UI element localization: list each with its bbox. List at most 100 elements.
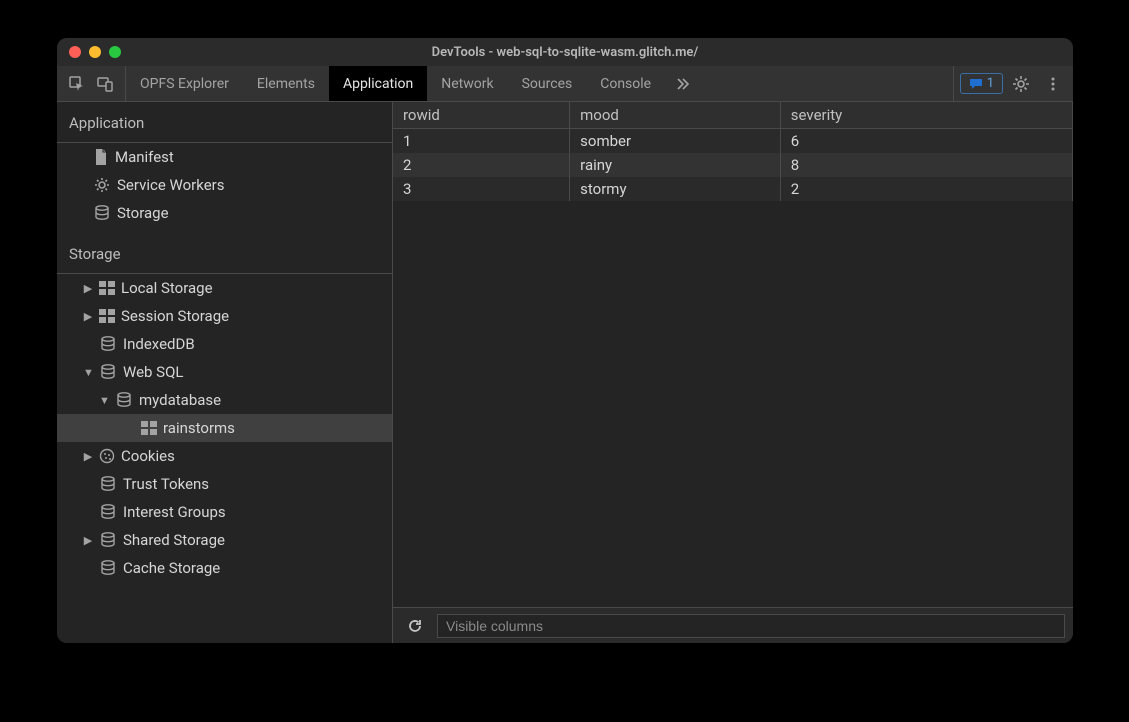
database-icon bbox=[115, 391, 133, 409]
more-menu-button[interactable] bbox=[1039, 70, 1067, 98]
chevron-down-icon: ▼ bbox=[83, 366, 93, 379]
sidebar-item-interest-groups[interactable]: Interest Groups bbox=[57, 498, 392, 526]
sidebar-item-label: Cache Storage bbox=[123, 559, 220, 577]
tab-network[interactable]: Network bbox=[427, 66, 507, 101]
table-row[interactable]: 2 rainy 8 bbox=[393, 153, 1073, 177]
refresh-button[interactable] bbox=[401, 612, 429, 640]
minimize-window-button[interactable] bbox=[89, 46, 101, 58]
table-row[interactable]: 3 stormy 2 bbox=[393, 177, 1073, 201]
sidebar-item-storage[interactable]: Storage bbox=[57, 199, 392, 227]
chevron-right-icon: ▶ bbox=[83, 450, 93, 463]
sidebar-item-service-workers[interactable]: Service Workers bbox=[57, 171, 392, 199]
settings-button[interactable] bbox=[1007, 70, 1035, 98]
sidebar-item-session-storage[interactable]: ▶ Session Storage bbox=[57, 302, 392, 330]
grid-icon bbox=[99, 281, 115, 295]
sidebar-item-indexeddb[interactable]: IndexedDB bbox=[57, 330, 392, 358]
titlebar: DevTools - web-sql-to-sqlite-wasm.glitch… bbox=[57, 38, 1073, 66]
cell-mood: rainy bbox=[570, 153, 781, 177]
cell-rowid: 3 bbox=[393, 177, 570, 201]
tab-application[interactable]: Application bbox=[329, 66, 427, 101]
sidebar-item-rainstorms[interactable]: rainstorms bbox=[57, 414, 392, 442]
section-header-storage: Storage bbox=[57, 233, 392, 274]
window-title: DevTools - web-sql-to-sqlite-wasm.glitch… bbox=[57, 45, 1073, 60]
cell-rowid: 2 bbox=[393, 153, 570, 177]
sidebar-item-label: Shared Storage bbox=[123, 531, 225, 549]
refresh-icon bbox=[407, 618, 423, 634]
devtools-toolbar: OPFS Explorer Elements Application Netwo… bbox=[57, 66, 1073, 102]
table-view: rowid mood severity 1 somber 6 2 bbox=[393, 102, 1073, 643]
sidebar-item-label: Storage bbox=[117, 204, 169, 222]
cell-severity: 8 bbox=[780, 153, 1072, 177]
sidebar-item-mydatabase[interactable]: ▼ mydatabase bbox=[57, 386, 392, 414]
database-icon bbox=[99, 475, 117, 493]
tab-console[interactable]: Console bbox=[586, 66, 665, 101]
sidebar-item-label: rainstorms bbox=[163, 419, 235, 437]
sidebar-item-label: Trust Tokens bbox=[123, 475, 209, 493]
sidebar-item-label: Service Workers bbox=[117, 176, 224, 194]
grid-icon bbox=[141, 421, 157, 435]
column-header-rowid[interactable]: rowid bbox=[393, 102, 570, 129]
sidebar-item-local-storage[interactable]: ▶ Local Storage bbox=[57, 274, 392, 302]
database-icon bbox=[99, 363, 117, 381]
chevron-right-icon: ▶ bbox=[83, 282, 93, 295]
inspect-element-button[interactable] bbox=[63, 70, 91, 98]
kebab-icon bbox=[1044, 75, 1062, 93]
cell-severity: 6 bbox=[780, 129, 1072, 154]
column-header-severity[interactable]: severity bbox=[780, 102, 1072, 129]
sidebar-item-label: Local Storage bbox=[121, 279, 213, 297]
data-table: rowid mood severity 1 somber 6 2 bbox=[393, 102, 1073, 201]
inspect-cursor-icon bbox=[68, 75, 86, 93]
device-toggle-button[interactable] bbox=[91, 70, 119, 98]
document-icon bbox=[93, 148, 109, 166]
traffic-lights bbox=[57, 46, 121, 58]
more-tabs-button[interactable] bbox=[665, 66, 701, 101]
sidebar-item-cookies[interactable]: ▶ Cookies bbox=[57, 442, 392, 470]
sidebar-item-label: mydatabase bbox=[139, 391, 221, 409]
section-header-application: Application bbox=[57, 102, 392, 143]
devtools-window: DevTools - web-sql-to-sqlite-wasm.glitch… bbox=[57, 38, 1073, 643]
table-toolbar bbox=[393, 607, 1073, 643]
issues-count: 1 bbox=[987, 76, 994, 91]
tab-sources[interactable]: Sources bbox=[508, 66, 587, 101]
gear-icon bbox=[1012, 75, 1030, 93]
sidebar-item-trust-tokens[interactable]: Trust Tokens bbox=[57, 470, 392, 498]
sidebar-item-label: Web SQL bbox=[123, 363, 183, 381]
cell-rowid: 1 bbox=[393, 129, 570, 154]
sidebar-item-web-sql[interactable]: ▼ Web SQL bbox=[57, 358, 392, 386]
gear-icon bbox=[93, 176, 111, 194]
sidebar-item-label: IndexedDB bbox=[123, 335, 195, 353]
column-header-mood[interactable]: mood bbox=[570, 102, 781, 129]
device-icon bbox=[96, 75, 114, 93]
chevron-down-icon: ▼ bbox=[99, 394, 109, 407]
database-icon bbox=[93, 204, 111, 222]
sidebar-item-label: Interest Groups bbox=[123, 503, 226, 521]
chevron-right-icon: ▶ bbox=[83, 310, 93, 323]
issues-badge[interactable]: 1 bbox=[960, 73, 1003, 94]
sidebar-item-manifest[interactable]: Manifest bbox=[57, 143, 392, 171]
data-table-scroll[interactable]: rowid mood severity 1 somber 6 2 bbox=[393, 102, 1073, 607]
grid-icon bbox=[99, 309, 115, 323]
application-panel: Application Manifest Service Workers Sto… bbox=[57, 102, 1073, 643]
table-header-row: rowid mood severity bbox=[393, 102, 1073, 129]
maximize-window-button[interactable] bbox=[109, 46, 121, 58]
tab-elements[interactable]: Elements bbox=[243, 66, 329, 101]
chevron-right-icon: ▶ bbox=[83, 534, 93, 547]
database-icon bbox=[99, 503, 117, 521]
message-icon bbox=[969, 77, 983, 91]
table-row[interactable]: 1 somber 6 bbox=[393, 129, 1073, 154]
visible-columns-input[interactable] bbox=[437, 614, 1065, 638]
devtools-panel-tabs: OPFS Explorer Elements Application Netwo… bbox=[126, 66, 953, 101]
tab-opfs-explorer[interactable]: OPFS Explorer bbox=[126, 66, 243, 101]
sidebar-item-shared-storage[interactable]: ▶ Shared Storage bbox=[57, 526, 392, 554]
sidebar-item-label: Session Storage bbox=[121, 307, 229, 325]
cell-severity: 2 bbox=[780, 177, 1072, 201]
sidebar-item-cache-storage[interactable]: Cache Storage bbox=[57, 554, 392, 582]
database-icon bbox=[99, 531, 117, 549]
sidebar-item-label: Cookies bbox=[121, 447, 175, 465]
database-icon bbox=[99, 335, 117, 353]
cell-mood: somber bbox=[570, 129, 781, 154]
application-sidebar: Application Manifest Service Workers Sto… bbox=[57, 102, 393, 643]
chevrons-right-icon bbox=[675, 76, 691, 92]
close-window-button[interactable] bbox=[69, 46, 81, 58]
cookie-icon bbox=[99, 448, 115, 464]
